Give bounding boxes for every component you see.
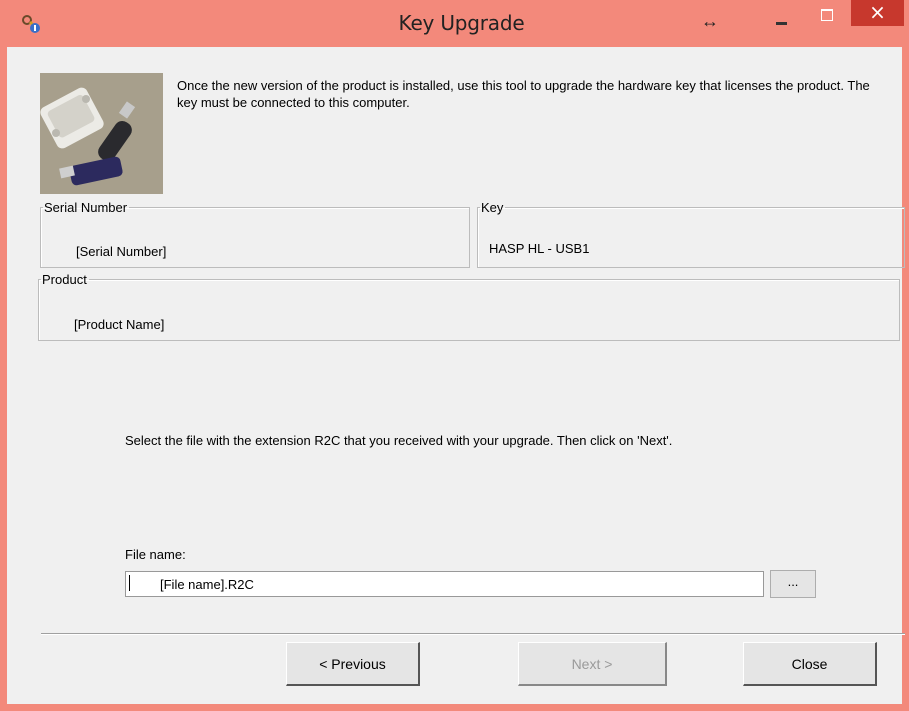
maximize-button[interactable] bbox=[812, 6, 842, 30]
product-name-value: [Product Name] bbox=[74, 317, 165, 332]
minimize-button[interactable] bbox=[767, 6, 797, 30]
next-button[interactable]: Next > bbox=[518, 642, 667, 686]
serial-number-value: [Serial Number] bbox=[76, 244, 167, 259]
hardware-key-image bbox=[40, 73, 163, 194]
serial-number-legend: Serial Number bbox=[44, 200, 128, 215]
browse-button[interactable]: ... bbox=[770, 570, 816, 598]
resize-icon[interactable]: ↔ bbox=[701, 11, 719, 32]
previous-button[interactable]: < Previous bbox=[286, 642, 420, 686]
key-group: Key HASP HL - USB1 bbox=[477, 201, 905, 268]
separator bbox=[41, 633, 905, 635]
title-bar[interactable]: Key Upgrade ↔ × bbox=[7, 0, 909, 47]
key-upgrade-window: Key Upgrade ↔ × Once the new version of … bbox=[0, 0, 909, 711]
serial-number-group: Serial Number [Serial Number] bbox=[40, 201, 470, 268]
window-close-button[interactable]: × bbox=[851, 0, 904, 26]
instruction-text: Select the file with the extension R2C t… bbox=[125, 433, 673, 448]
text-caret bbox=[129, 575, 130, 591]
product-group: Product [Product Name] bbox=[38, 273, 900, 341]
product-legend: Product bbox=[42, 272, 87, 287]
intro-text: Once the new version of the product is i… bbox=[177, 78, 870, 110]
close-button[interactable]: Close bbox=[743, 642, 877, 686]
key-value: HASP HL - USB1 bbox=[489, 241, 590, 256]
file-name-input[interactable] bbox=[125, 571, 764, 597]
file-name-label: File name: bbox=[125, 547, 186, 562]
key-legend: Key bbox=[481, 200, 504, 215]
